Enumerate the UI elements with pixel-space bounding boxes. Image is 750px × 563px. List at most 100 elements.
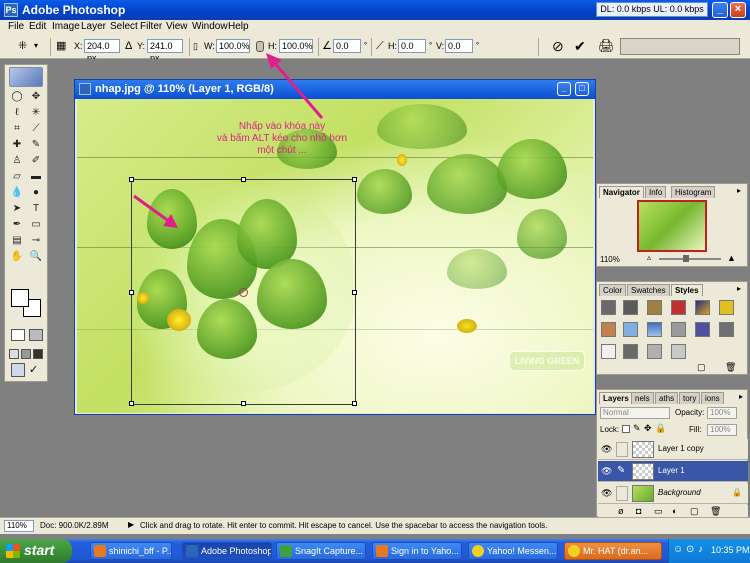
fill-field[interactable]: 100% [707, 424, 737, 436]
navigator-panel: Navigator Info Histogram ▸ 110% ▵ ▲ [596, 183, 748, 267]
eye-icon[interactable]: 👁 [601, 488, 612, 499]
style-swatch[interactable] [601, 322, 616, 337]
lock-paint-icon[interactable]: ✎ [633, 423, 641, 434]
style-swatch[interactable] [623, 300, 638, 315]
layers-panel: Layers nels aths tory ions ▸ Normal Opac… [596, 389, 748, 517]
zoom-out-icon[interactable]: ▵ [647, 253, 651, 262]
layers-footer: ø ◘ ▭ ◐ ▢ 🗑 [598, 505, 748, 517]
tab-layers[interactable]: Layers [599, 392, 633, 404]
taskbar-item[interactable]: SnagIt Capture... [276, 542, 366, 560]
layer-name[interactable]: Layer 1 [658, 466, 685, 475]
clock[interactable]: 10:35 PM [711, 545, 750, 555]
opacity-label: Opacity: [675, 408, 705, 417]
new-style-icon[interactable]: ▢ [697, 362, 706, 373]
status-hint: Click and drag to rotate. Hit enter to c… [140, 521, 548, 530]
tab-actions[interactable]: ions [701, 392, 724, 404]
panel-menu-icon[interactable]: ▸ [737, 284, 741, 293]
tab-navigator[interactable]: Navigator [599, 186, 644, 198]
layer-thumbnail [632, 463, 654, 480]
tray-volume-icon[interactable]: ♪ [698, 544, 703, 555]
style-swatch[interactable] [647, 344, 662, 359]
link-slot[interactable] [616, 442, 628, 457]
panel-menu-icon[interactable]: ▸ [739, 392, 743, 401]
navigator-preview[interactable] [637, 200, 707, 252]
navigator-zoom[interactable]: 110% [600, 255, 620, 264]
start-label: start [24, 542, 55, 558]
taskbar-item[interactable]: Sign in to Yaho... [372, 542, 462, 560]
tab-color[interactable]: Color [599, 284, 627, 296]
zoom-slider-thumb[interactable] [683, 255, 689, 262]
tab-history[interactable]: tory [679, 392, 701, 404]
layer-row-selected[interactable]: 👁 ✎ Layer 1 [598, 461, 748, 482]
taskbar-item-label: Mr. HAT (dr.an... [583, 546, 649, 556]
taskbar-item-label: shinichi_bff - P... [109, 546, 172, 556]
windows-logo-icon [6, 544, 20, 558]
taskbar-item-label: Sign in to Yaho... [391, 546, 459, 556]
tab-info[interactable]: Info [645, 186, 667, 198]
tab-channels[interactable]: nels [631, 392, 654, 404]
style-swatch[interactable] [623, 344, 638, 359]
status-menu-icon[interactable]: ▶ [128, 520, 134, 529]
link-slot[interactable] [616, 486, 628, 501]
layer-row[interactable]: 👁 Layer 1 copy [598, 439, 748, 460]
zoom-slider[interactable] [659, 258, 721, 260]
new-layer-icon[interactable]: ▢ [690, 505, 699, 517]
brush-icon: ✎ [617, 465, 626, 476]
taskbar-item-flashing[interactable]: Mr. HAT (dr.an... [564, 542, 662, 560]
layer-name[interactable]: Background [658, 488, 701, 497]
lock-label: Lock: [600, 425, 620, 434]
doc-size: Doc: 900.0K/2.89M [40, 521, 109, 530]
lock-icon: 🔒 [732, 488, 742, 497]
panel-menu-icon[interactable]: ▸ [737, 186, 741, 195]
lock-move-icon[interactable]: ✥ [644, 423, 652, 434]
tab-histogram[interactable]: Histogram [671, 186, 716, 198]
style-swatch[interactable] [719, 322, 734, 337]
taskbar-item-label: Adobe Photoshop [201, 546, 272, 556]
taskbar-item[interactable]: shinichi_bff - P... [90, 542, 172, 560]
layer-style-icon[interactable]: ø [618, 505, 624, 517]
style-swatch[interactable] [671, 322, 686, 337]
style-swatch[interactable] [695, 322, 710, 337]
trash-icon[interactable]: 🗑 [710, 505, 721, 517]
layer-row[interactable]: 👁 Background 🔒 [598, 483, 748, 504]
start-button[interactable]: start [0, 539, 72, 563]
adjustment-layer-icon[interactable]: ◐ [672, 505, 677, 517]
foreground-color-swatch[interactable] [11, 289, 29, 307]
zoom-field[interactable]: 110% [4, 520, 34, 532]
style-swatch[interactable] [647, 322, 662, 337]
eye-icon[interactable]: 👁 [601, 444, 612, 455]
layer-name[interactable]: Layer 1 copy [658, 444, 704, 453]
system-tray: ☺ ⊙ ♪ 10:35 PM [668, 539, 750, 563]
layer-mask-icon[interactable]: ◘ [636, 505, 641, 517]
taskbar-item[interactable]: Yahoo! Messen... [468, 542, 558, 560]
tab-paths[interactable]: aths [655, 392, 679, 404]
zoom-in-icon[interactable]: ▲ [727, 253, 736, 263]
taskbar-item-label: Yahoo! Messen... [487, 546, 557, 556]
blend-mode-select[interactable]: Normal [600, 407, 670, 419]
trash-icon[interactable]: 🗑 [725, 362, 736, 373]
eye-icon[interactable]: 👁 [601, 466, 612, 477]
style-swatch[interactable] [647, 300, 662, 315]
new-set-icon[interactable]: ▭ [654, 505, 663, 517]
taskbar-item-active[interactable]: Adobe Photoshop [182, 542, 272, 560]
style-swatch[interactable] [601, 300, 616, 315]
style-swatch[interactable] [695, 300, 710, 315]
arrow-head-icon [163, 214, 178, 228]
tab-styles[interactable]: Styles [671, 284, 703, 296]
arrow-to-lock [270, 59, 324, 119]
style-swatch[interactable] [671, 300, 686, 315]
status-bar: 110% Doc: 900.0K/2.89M ▶ Click and drag … [0, 517, 750, 534]
styles-panel: Color Swatches Styles ▸ ▢ 🗑 [596, 281, 748, 375]
style-swatch[interactable] [719, 300, 734, 315]
lock-all-icon[interactable]: 🔒 [655, 423, 666, 434]
tray-network-icon[interactable]: ⊙ [686, 544, 694, 555]
arrow-to-layer [133, 194, 171, 224]
layer-thumbnail [632, 485, 654, 502]
tray-yahoo-icon[interactable]: ☺ [673, 544, 683, 555]
tab-swatches[interactable]: Swatches [627, 284, 670, 296]
lock-transparency-icon[interactable] [622, 425, 630, 433]
style-swatch[interactable] [623, 322, 638, 337]
style-swatch[interactable] [601, 344, 616, 359]
style-swatch[interactable] [671, 344, 686, 359]
opacity-field[interactable]: 100% [707, 407, 737, 419]
